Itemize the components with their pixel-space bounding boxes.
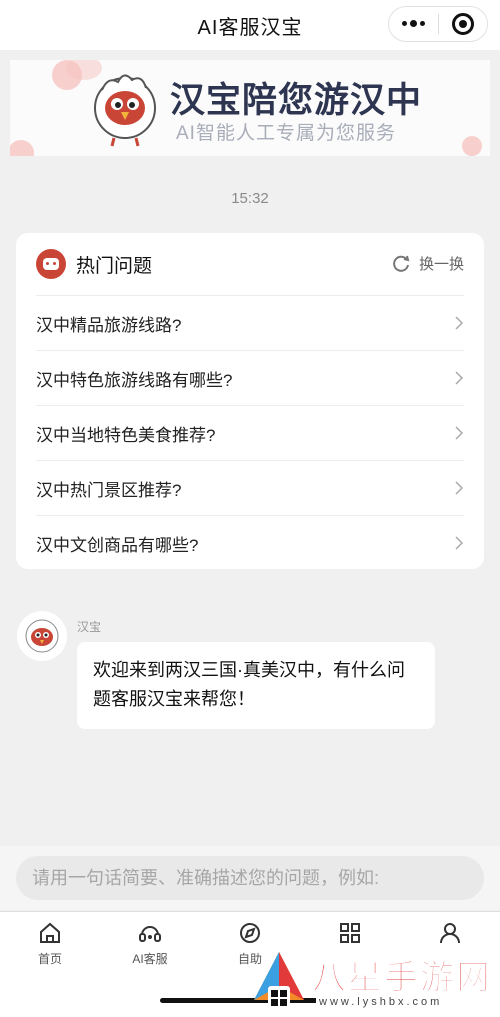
top-bar: AI客服汉宝 [0,0,500,50]
question-item[interactable]: 汉中热门景区推荐? [36,460,464,515]
compass-icon [240,923,260,943]
tab-label: AI客服 [132,952,168,966]
chevron-right-icon [455,371,464,385]
question-item[interactable]: 汉中精品旅游线路? [36,295,464,350]
question-text: 汉中精品旅游线路? [36,315,182,335]
question-text: 汉中热门景区推荐? [36,480,182,500]
question-item[interactable]: 汉中特色旅游线路有哪些? [36,350,464,405]
watermark-title: 八星手游网 [312,958,492,999]
mascot-logo [94,74,156,147]
question-list: 汉中精品旅游线路? 汉中特色旅游线路有哪些? 汉中当地特色美食推荐? 汉中热门景… [36,295,464,570]
watermark-url: www.lyshbx.com [316,996,446,1008]
chat-timestamp: 15:32 [231,190,269,207]
watermark-logo-icon [254,952,304,1008]
chevron-right-icon [455,536,464,550]
refresh-button[interactable]: 换一换 [391,253,464,274]
watermark: 八星手游网 www.lyshbx.com [246,946,494,1016]
mascot-avatar-icon [25,619,59,653]
headset-icon [139,926,161,942]
target-icon [451,13,474,35]
page-title: AI客服汉宝 [197,16,303,39]
tab-home[interactable]: 首页 [10,920,90,980]
message-input[interactable] [16,856,484,900]
more-button[interactable] [389,7,438,41]
input-area [0,846,500,910]
question-item[interactable]: 汉中当地特色美食推荐? [36,405,464,460]
user-icon [440,923,460,944]
banner-subtitle: AI智能人工专属为您服务 [176,123,396,144]
chevron-right-icon [455,316,464,330]
avatar [17,611,67,661]
close-mini-program-button[interactable] [439,7,488,41]
refresh-icon [393,255,410,272]
tab-label: 首页 [37,952,62,966]
mini-program-capsule [388,6,488,42]
hot-questions-card: 热门问题 换一换 汉中精品旅游线路? 汉中特色旅游线路有哪些? 汉中当地特色美食… [16,233,484,569]
grid-icon [340,923,360,943]
banner-title: 汉宝陪您游汉中 [170,81,423,121]
decor-circle [10,140,34,156]
banner: 汉宝陪您游汉中 AI智能人工专属为您服务 [10,60,490,156]
decor-circle [462,136,482,156]
chevron-right-icon [455,426,464,440]
question-item[interactable]: 汉中文创商品有哪些? [36,515,464,570]
refresh-label: 换一换 [418,256,464,273]
question-text: 汉中特色旅游线路有哪些? [36,370,233,390]
home-icon [40,922,60,943]
question-text: 汉中文创商品有哪些? [36,535,199,555]
chevron-right-icon [455,481,464,495]
message-bubble: 欢迎来到两汉三国·真美汉中，有什么问题客服汉宝来帮您！ [77,642,435,729]
more-dots-icon [401,20,425,27]
card-title: 热门问题 [76,256,153,277]
tab-ai-service[interactable]: AI客服 [110,920,190,980]
card-header: 热门问题 换一换 [16,233,484,295]
robot-icon [36,249,66,279]
sender-name: 汉宝 [77,620,102,634]
question-text: 汉中当地特色美食推荐? [36,425,216,445]
